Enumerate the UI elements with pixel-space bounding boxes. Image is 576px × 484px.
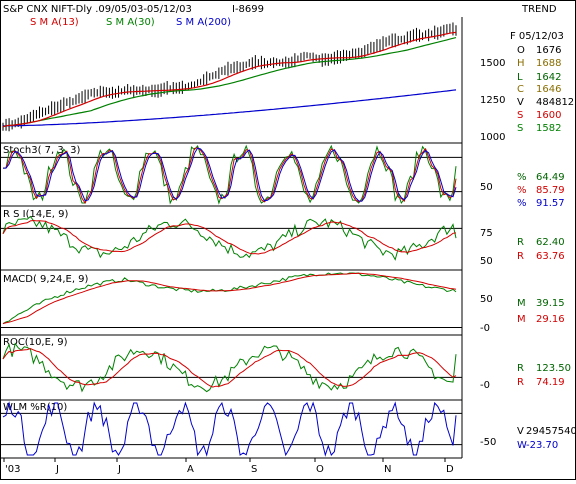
readout-date: F 05/12/03 [510,31,564,42]
readout-key: V [517,97,524,108]
readout-key: % [517,172,527,183]
x-tick-label: '03 [5,464,20,475]
y-tick-label: 1500 [480,58,505,69]
readout-value: 85.79 [536,185,565,196]
readout-value: 123.50 [536,363,571,374]
readout-key: H [517,58,525,69]
readout-key: R [517,363,524,374]
y-tick-label: -50 [480,437,496,448]
readout-key: L [517,72,523,83]
readout-value: 1582 [536,123,561,134]
readout-key: C [517,84,524,95]
readout-value: 1688 [536,58,561,69]
readout-key: R [517,237,524,248]
readout-key: R [517,251,524,262]
y-tick-label: 75 [480,228,493,239]
readout-value: 63.76 [536,251,565,262]
readout-value: 29457540 [526,426,576,437]
readout-key: % [517,198,527,209]
readout-value: 1642 [536,72,561,83]
x-tick-label: A [187,464,194,475]
readout-key: S [517,110,523,121]
x-tick-label: D [446,464,454,475]
roc-title: ROC(10,E, 9) [3,337,68,348]
rsi-title: R S I(14,E, 9) [3,209,68,220]
macd-title: MACD( 9,24,E, 9) [3,274,89,285]
readout-value: -23.70 [526,440,558,451]
y-tick-label: -0 [480,380,490,391]
readout-value: 29.16 [536,314,565,325]
x-tick-label: O [316,464,324,475]
x-tick-label: S [251,464,257,475]
readout-value: 1676 [536,45,561,56]
readout-key: % [517,185,527,196]
readout-value: 1600 [536,110,561,121]
legend-sma200: S M A(200) [176,17,231,28]
y-tick-label: 50 [480,256,493,267]
y-tick-label: 1250 [480,95,505,106]
trend-label: TREND [521,4,557,15]
y-tick-label: 50 [480,294,493,305]
readout-key: V [517,426,524,437]
readout-value: 1646 [536,84,561,95]
y-tick-label: 50 [480,182,493,193]
readout-value: 64.49 [536,172,565,183]
legend-sma13: S M A(13) [30,17,79,28]
readout-value: 62.40 [536,237,565,248]
readout-key: M [517,314,526,325]
legend-sma30: S M A(30) [106,17,155,28]
readout-value: 74.19 [536,377,565,388]
y-tick-label: -0 [480,323,490,334]
readout-value: 484812 [536,97,574,108]
readout-value: 39.15 [536,298,565,309]
outer-frame [0,0,576,480]
readout-key: M [517,298,526,309]
readout-key: S [517,123,523,134]
readout-value: 91.57 [536,198,565,209]
chart-canvas: S&P CNX NIFT-Dly .09/05/03-05/12/03 I-86… [0,0,576,480]
x-tick-label: J [117,464,121,475]
x-tick-label: J [55,464,59,475]
technical-chart: S&P CNX NIFT-Dly .09/05/03-05/12/03 I-86… [0,0,576,480]
chart-title: S&P CNX NIFT-Dly .09/05/03-05/12/03 [3,4,192,15]
y-tick-label: 1000 [480,132,505,143]
readout-key: R [517,377,524,388]
instrument-code: I-8699 [232,4,264,15]
x-tick-label: N [384,464,391,475]
readout-key: O [517,45,525,56]
